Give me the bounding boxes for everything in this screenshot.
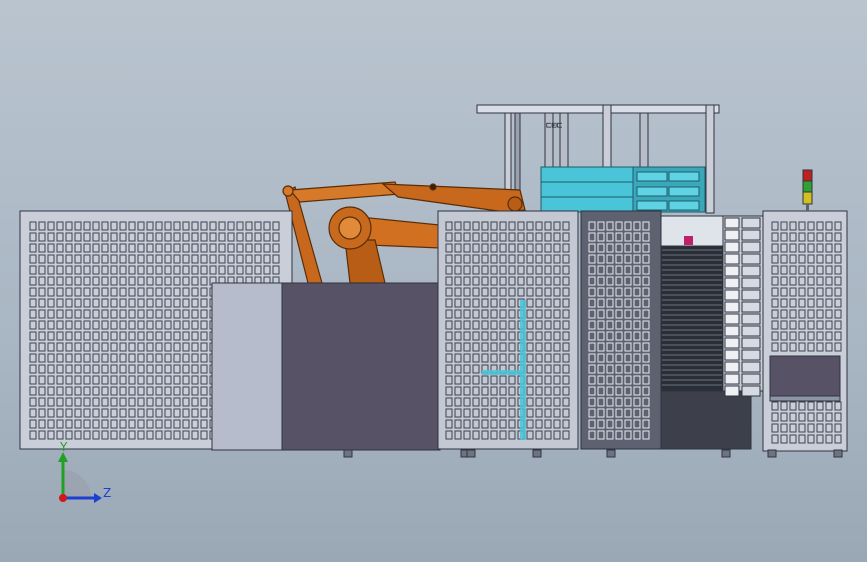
center-base-block xyxy=(211,282,441,451)
cyan-bin-stack xyxy=(540,166,706,213)
svg-text:⊏⊡⊏: ⊏⊡⊏ xyxy=(546,121,562,131)
cad-viewport[interactable]: ⊏⊡⊏ Y Z xyxy=(0,0,867,562)
tray-label-column xyxy=(722,215,764,397)
right-safety-guard xyxy=(762,210,848,452)
magenta-marker xyxy=(684,236,693,245)
right-center-safety-guard xyxy=(580,210,662,450)
y-axis-label: Y xyxy=(59,440,68,454)
z-axis-label: Z xyxy=(103,486,111,500)
signal-tower xyxy=(802,169,813,211)
origin-marker xyxy=(59,494,67,502)
center-safety-guard xyxy=(437,210,579,450)
